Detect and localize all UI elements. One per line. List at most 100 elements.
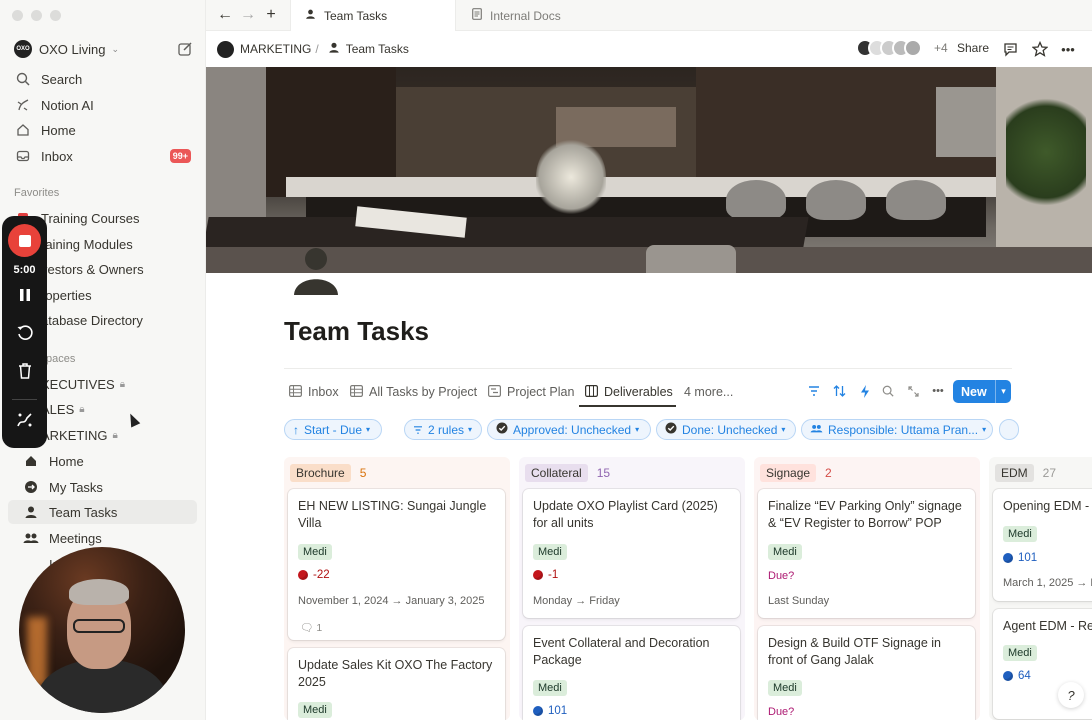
new-page-icon[interactable] — [177, 41, 193, 57]
inbox-count-badge: 99+ — [169, 149, 191, 163]
new-item-button[interactable]: New ▾ — [953, 380, 1011, 403]
sidebar-item-label: Home — [49, 453, 84, 469]
filter-chip-responsible[interactable]: Responsible: Uttama Pran... ▾ — [801, 419, 993, 440]
tab-label: Internal Docs — [490, 8, 561, 23]
task-card[interactable]: EH NEW LISTING: Sungai Jungle Villa Medi… — [288, 489, 505, 640]
filter-icon[interactable] — [805, 382, 823, 400]
board-icon — [585, 384, 599, 400]
table-icon — [289, 384, 303, 400]
comment-icon[interactable] — [1001, 40, 1019, 58]
star-icon[interactable] — [1031, 40, 1049, 58]
view-tab-deliverables[interactable]: Deliverables — [585, 383, 673, 401]
task-card[interactable]: Design & Build OTF Signage in front of G… — [758, 626, 975, 720]
priority-tag: Medi — [1003, 526, 1037, 542]
card-title: Agent EDM - Re — [1003, 619, 1092, 633]
sidebar-item-home[interactable]: Home — [8, 118, 197, 142]
page-header-bar: MARKETING / Team Tasks +4 Share ••• — [206, 31, 1092, 67]
page-title[interactable]: Team Tasks — [284, 316, 429, 347]
card-date-range: November 1, 2024 → January 3, 2025 — [298, 595, 485, 607]
more-collaborators-count[interactable]: +4 — [934, 41, 948, 55]
task-card[interactable]: Opening EDM - I Medi 101 March 1, 2025 →… — [993, 489, 1092, 601]
view-tab-label: Project Plan — [507, 385, 575, 399]
sidebar-item-label: Home — [41, 122, 76, 138]
tab-internal-docs[interactable]: Internal Docs — [458, 0, 620, 31]
page-person-icon[interactable] — [293, 247, 339, 295]
trash-icon[interactable] — [2, 362, 47, 380]
automation-bolt-icon[interactable] — [856, 382, 874, 400]
restart-icon[interactable] — [2, 324, 47, 342]
workspace-switcher[interactable]: OXO OXO Living ⌄ — [14, 38, 193, 60]
maximize-window-button[interactable] — [50, 10, 61, 21]
sidebar-item-search[interactable]: Search — [8, 67, 197, 91]
forward-arrow-icon[interactable]: → — [239, 6, 257, 24]
card-title: Event Collateral and Decoration Package — [533, 636, 710, 667]
column-header[interactable]: Brochure 5 — [290, 463, 366, 483]
expand-icon[interactable] — [904, 382, 922, 400]
priority-tag: Medi — [768, 544, 802, 560]
draw-icon[interactable] — [2, 410, 47, 430]
comment-icon: 🗨︎ — [300, 622, 314, 634]
task-card[interactable]: Finalize “EV Parking Only” signage & “EV… — [758, 489, 975, 618]
lock-icon: 🔒︎ — [119, 378, 126, 390]
sort-chip-start-due[interactable]: ↑ Start - Due ▾ — [284, 419, 382, 440]
sidebar-item-label: My Tasks — [49, 479, 103, 495]
arrow-up-icon: ↑ — [293, 422, 299, 437]
more-views-button[interactable]: 4 more... — [684, 383, 733, 401]
more-options-icon[interactable]: ••• — [1059, 40, 1077, 58]
tab-team-tasks[interactable]: Team Tasks — [290, 0, 456, 31]
search-icon[interactable] — [879, 382, 897, 400]
comment-count[interactable]: 🗨︎ 1 — [300, 621, 322, 635]
help-button[interactable]: ? — [1058, 682, 1084, 708]
column-count: 5 — [359, 466, 367, 480]
column-count: 27 — [1042, 466, 1057, 480]
blue-circle-icon — [1003, 671, 1013, 681]
view-tab-project-plan[interactable]: Project Plan — [488, 383, 574, 401]
collaborator-avatars[interactable] — [856, 39, 922, 57]
recording-timer: 5:00 — [13, 264, 36, 276]
breadcrumb-marketing[interactable]: MARKETING — [240, 42, 311, 56]
task-card[interactable]: Update Sales Kit OXO The Factory 2025 Me… — [288, 648, 505, 720]
red-circle-icon — [533, 570, 543, 580]
view-tab-all-tasks[interactable]: All Tasks by Project — [350, 383, 477, 401]
filter-chip-done[interactable]: Done: Unchecked ▾ — [656, 419, 796, 440]
webcam-bubble[interactable] — [19, 547, 185, 713]
sidebar-item-notion-ai[interactable]: Notion AI — [8, 93, 197, 117]
breadcrumb-team-tasks[interactable]: Team Tasks — [346, 42, 409, 56]
pause-icon[interactable] — [2, 288, 47, 302]
tab-label: Team Tasks — [324, 8, 388, 23]
days-value: 64 — [1003, 670, 1031, 682]
favorite-label: raining Modules — [41, 236, 133, 252]
task-card[interactable]: Event Collateral and Decoration Package … — [523, 626, 740, 720]
sidebar-item-label: Search — [41, 71, 83, 87]
close-window-button[interactable] — [12, 10, 23, 21]
new-tab-plus-icon[interactable]: + — [262, 6, 280, 24]
card-title: Design & Build OTF Signage in front of G… — [768, 636, 942, 667]
board-column-edm: EDM 27 Opening EDM - I Medi 101 March 1,… — [989, 457, 1092, 720]
filter-chip-overflow[interactable] — [999, 419, 1019, 440]
filter-chip-approved[interactable]: Approved: Unchecked ▾ — [487, 419, 651, 440]
column-header[interactable]: Collateral 15 — [525, 463, 610, 483]
back-arrow-icon[interactable]: ← — [216, 6, 234, 24]
stop-recording-button[interactable] — [8, 224, 41, 257]
board-column-collateral: Collateral 15 Update OXO Playlist Card (… — [519, 457, 745, 720]
chevron-down-icon[interactable]: ▾ — [995, 380, 1011, 403]
minimize-window-button[interactable] — [31, 10, 42, 21]
task-card[interactable]: Update OXO Playlist Card (2025) for all … — [523, 489, 740, 618]
sidebar-item-my-tasks[interactable]: My Tasks — [16, 475, 197, 499]
more-options-icon[interactable]: ••• — [929, 382, 947, 400]
filter-chip-rules[interactable]: 2 rules ▾ — [404, 419, 482, 440]
share-button[interactable]: Share — [957, 41, 989, 55]
sort-icon[interactable] — [830, 382, 848, 400]
sidebar-item-inbox[interactable]: Inbox 99+ — [8, 144, 197, 168]
column-title: Brochure — [290, 464, 351, 482]
view-tab-inbox[interactable]: Inbox — [289, 383, 339, 401]
column-title: Signage — [760, 464, 817, 482]
table-icon — [350, 384, 364, 400]
screen-recorder-toolbar: 5:00 — [2, 216, 47, 448]
column-header[interactable]: Signage 2 — [760, 463, 832, 483]
column-header[interactable]: EDM 27 — [995, 463, 1056, 483]
help-icon: ? — [1067, 687, 1075, 703]
priority-tag: Medi — [533, 680, 567, 696]
sidebar-item-team-tasks[interactable]: Team Tasks — [8, 500, 197, 524]
sidebar-item-marketing-home[interactable]: Home — [16, 449, 197, 473]
